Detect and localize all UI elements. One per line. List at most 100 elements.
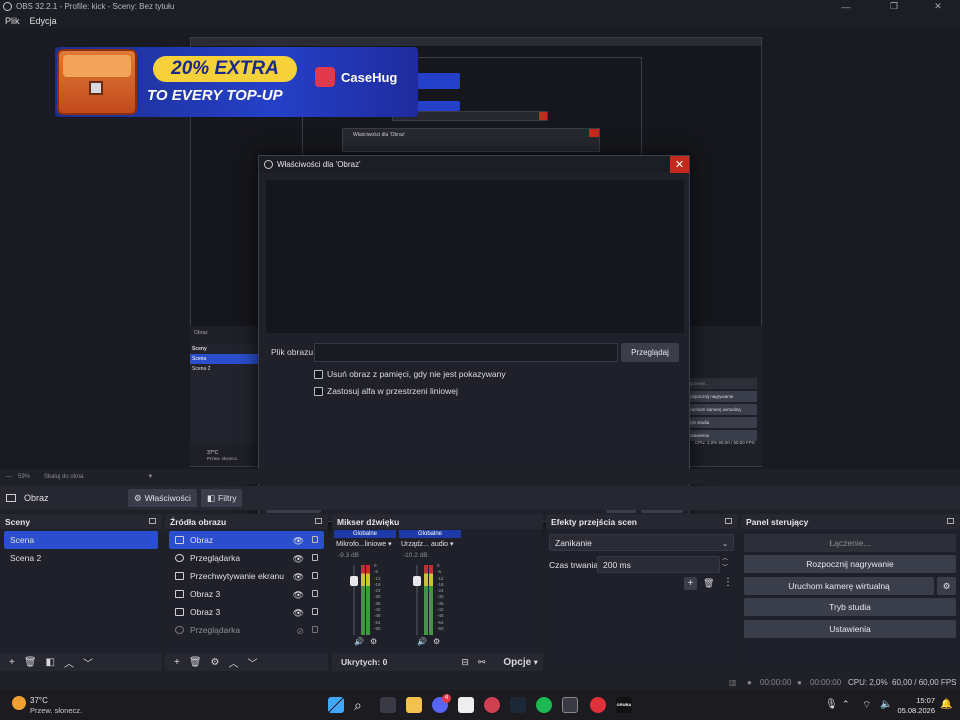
menu-file[interactable]: Plik bbox=[0, 16, 25, 26]
mic-icon[interactable]: 🎙 bbox=[825, 699, 838, 710]
eye-icon[interactable]: 👁 bbox=[293, 590, 304, 601]
gruba-app-icon[interactable]: GRUBA bbox=[616, 697, 632, 713]
link-icon[interactable]: ⚯ bbox=[478, 657, 486, 668]
start-recording-button[interactable]: Rozpocznij nagrywanie bbox=[744, 555, 956, 573]
eye-icon[interactable]: 👁 bbox=[293, 572, 304, 583]
channel-name[interactable]: Mikrofo...liniowe ▾ bbox=[336, 540, 392, 548]
more-icon[interactable]: ⋮ bbox=[723, 577, 733, 588]
zoom-mode[interactable]: Skaluj do okna bbox=[44, 474, 83, 480]
duration-stepper[interactable]: ︿ ﹀ bbox=[722, 555, 728, 573]
transition-select[interactable]: Zanikanie ⌄ bbox=[549, 534, 734, 551]
chevron-down-icon[interactable]: ﹀ bbox=[83, 655, 93, 670]
source-item[interactable]: Przeglądarka 👁 bbox=[169, 549, 324, 567]
speaker-icon[interactable]: 🔊 bbox=[354, 637, 364, 646]
weather-temp[interactable]: 37°C bbox=[30, 696, 48, 705]
maximize-button[interactable]: ❐ bbox=[872, 0, 916, 13]
image-icon bbox=[6, 494, 16, 502]
virtualcam-settings-gear-icon[interactable]: ⚙ bbox=[937, 577, 956, 595]
wifi-icon[interactable]: ⌔ bbox=[862, 699, 871, 712]
eye-icon[interactable]: 👁 bbox=[293, 608, 304, 619]
linear-alpha-checkbox[interactable]: Zastosuj alfa w przestrzeni liniowej bbox=[314, 386, 458, 396]
gear-icon[interactable]: ⚙ bbox=[370, 637, 377, 646]
duration-input[interactable]: 200 ms bbox=[597, 556, 720, 573]
sun-icon[interactable] bbox=[12, 696, 26, 710]
app-icon[interactable] bbox=[484, 697, 500, 713]
lock-icon[interactable] bbox=[312, 572, 318, 579]
chevron-up-icon[interactable]: ︿ bbox=[229, 655, 239, 670]
add-icon[interactable]: + bbox=[174, 657, 180, 668]
eye-icon[interactable]: 👁 bbox=[293, 536, 304, 547]
checkbox-icon[interactable] bbox=[314, 386, 323, 396]
trash-icon[interactable]: 🗑 bbox=[24, 657, 37, 668]
dialog-close-button[interactable]: ✕ bbox=[670, 156, 689, 173]
start-virtualcam-button[interactable]: Uruchom kamerę wirtualną bbox=[744, 577, 934, 595]
studio-mode-button[interactable]: Tryb studia bbox=[744, 598, 956, 616]
add-icon[interactable]: + bbox=[9, 657, 15, 668]
chevron-down-icon[interactable]: ﹀ bbox=[248, 655, 258, 670]
source-item[interactable]: Obraz 👁 bbox=[169, 531, 324, 549]
filters-button[interactable]: ◧ Filtry bbox=[201, 489, 243, 507]
weather-condition[interactable]: Przew. słonecz. bbox=[30, 706, 82, 715]
trash-icon[interactable]: 🗑 bbox=[189, 657, 202, 668]
ad-banner[interactable]: 20% EXTRA TO EVERY TOP-UP CaseHug bbox=[55, 47, 418, 117]
filter-icon[interactable]: ◧ bbox=[46, 657, 55, 668]
source-item[interactable]: Przeglądarka ⊘ bbox=[169, 621, 324, 639]
task-view-icon[interactable] bbox=[380, 697, 396, 713]
browse-button[interactable]: Przeglądaj bbox=[621, 343, 679, 362]
source-item[interactable]: Obraz 3 👁 bbox=[169, 603, 324, 621]
lock-icon[interactable] bbox=[312, 554, 318, 561]
notepad-icon[interactable] bbox=[458, 697, 474, 713]
unload-checkbox[interactable]: Usuń obraz z pamięci, gdy nie jest pokaz… bbox=[314, 369, 506, 379]
properties-button[interactable]: ⚙ Właściwości bbox=[128, 489, 197, 507]
float-icon[interactable] bbox=[315, 518, 322, 524]
app-icon-red[interactable] bbox=[590, 697, 606, 713]
trash-icon[interactable]: 🗑 bbox=[703, 578, 714, 589]
chevron-up-icon[interactable]: ︿ bbox=[64, 655, 74, 670]
lock-icon[interactable] bbox=[312, 590, 318, 597]
file-path-input[interactable] bbox=[314, 343, 618, 362]
minimize-button[interactable]: — bbox=[824, 0, 868, 13]
start-icon[interactable] bbox=[328, 697, 344, 713]
volume-icon[interactable]: 🔈 bbox=[880, 699, 892, 710]
nested-dialog: Właściwości dla 'Obraz' bbox=[342, 128, 600, 152]
mixer-layout-icon[interactable]: ⊟ bbox=[461, 657, 469, 668]
add-transition-icon[interactable]: + bbox=[684, 577, 697, 590]
lock-icon[interactable] bbox=[312, 536, 318, 543]
spotify-icon[interactable] bbox=[536, 697, 552, 713]
source-item[interactable]: Obraz 3 👁 bbox=[169, 585, 324, 603]
chevron-up-icon[interactable]: ⌃ bbox=[842, 699, 850, 710]
settings-button[interactable]: Ustawienia bbox=[744, 620, 956, 638]
menu-bar: Plik Edycja bbox=[0, 13, 960, 29]
options-button[interactable]: Opcje ▾ bbox=[494, 657, 537, 668]
checkbox-icon[interactable] bbox=[314, 369, 323, 379]
source-item[interactable]: Przechwytywanie ekranu 👁 bbox=[169, 567, 324, 585]
connect-button[interactable]: Łączenie... bbox=[744, 534, 956, 552]
zoom-minus-icon[interactable]: — bbox=[6, 474, 12, 480]
file-explorer-icon[interactable] bbox=[406, 697, 422, 713]
menu-edit[interactable]: Edycja bbox=[25, 16, 62, 26]
scene-item[interactable]: Scena bbox=[4, 531, 158, 549]
lock-icon[interactable] bbox=[312, 608, 318, 615]
nested-ctl-1: Łączenie... bbox=[685, 378, 757, 389]
nested-ctl-4: Tryb studia bbox=[685, 417, 757, 428]
lock-icon[interactable] bbox=[312, 626, 318, 633]
zoom-dropdown-icon[interactable]: ▼ bbox=[147, 474, 153, 480]
notification-bell-icon[interactable]: 🔔 bbox=[940, 699, 952, 710]
steam-icon[interactable] bbox=[510, 697, 526, 713]
eye-hidden-icon[interactable]: ⊘ bbox=[296, 626, 304, 637]
channel-name[interactable]: Urządz... audio ▾ bbox=[401, 540, 454, 548]
scene-item[interactable]: Scena 2 bbox=[4, 549, 158, 567]
volume-fader[interactable] bbox=[350, 565, 358, 635]
close-button[interactable]: ✕ bbox=[916, 0, 960, 13]
gear-icon[interactable]: ⚙ bbox=[433, 637, 440, 646]
float-icon[interactable] bbox=[947, 518, 954, 524]
volume-fader[interactable] bbox=[413, 565, 421, 635]
search-icon[interactable]: ⌕ bbox=[354, 697, 370, 713]
float-icon[interactable] bbox=[149, 518, 156, 524]
speaker-icon[interactable]: 🔊 bbox=[417, 637, 427, 646]
eye-icon[interactable]: 👁 bbox=[293, 554, 304, 565]
gear-icon[interactable]: ⚙ bbox=[211, 657, 220, 668]
clock[interactable]: 15:07 05.08.2026 bbox=[897, 696, 935, 716]
float-icon[interactable] bbox=[725, 518, 732, 524]
obs-taskbar-icon[interactable] bbox=[562, 697, 578, 713]
